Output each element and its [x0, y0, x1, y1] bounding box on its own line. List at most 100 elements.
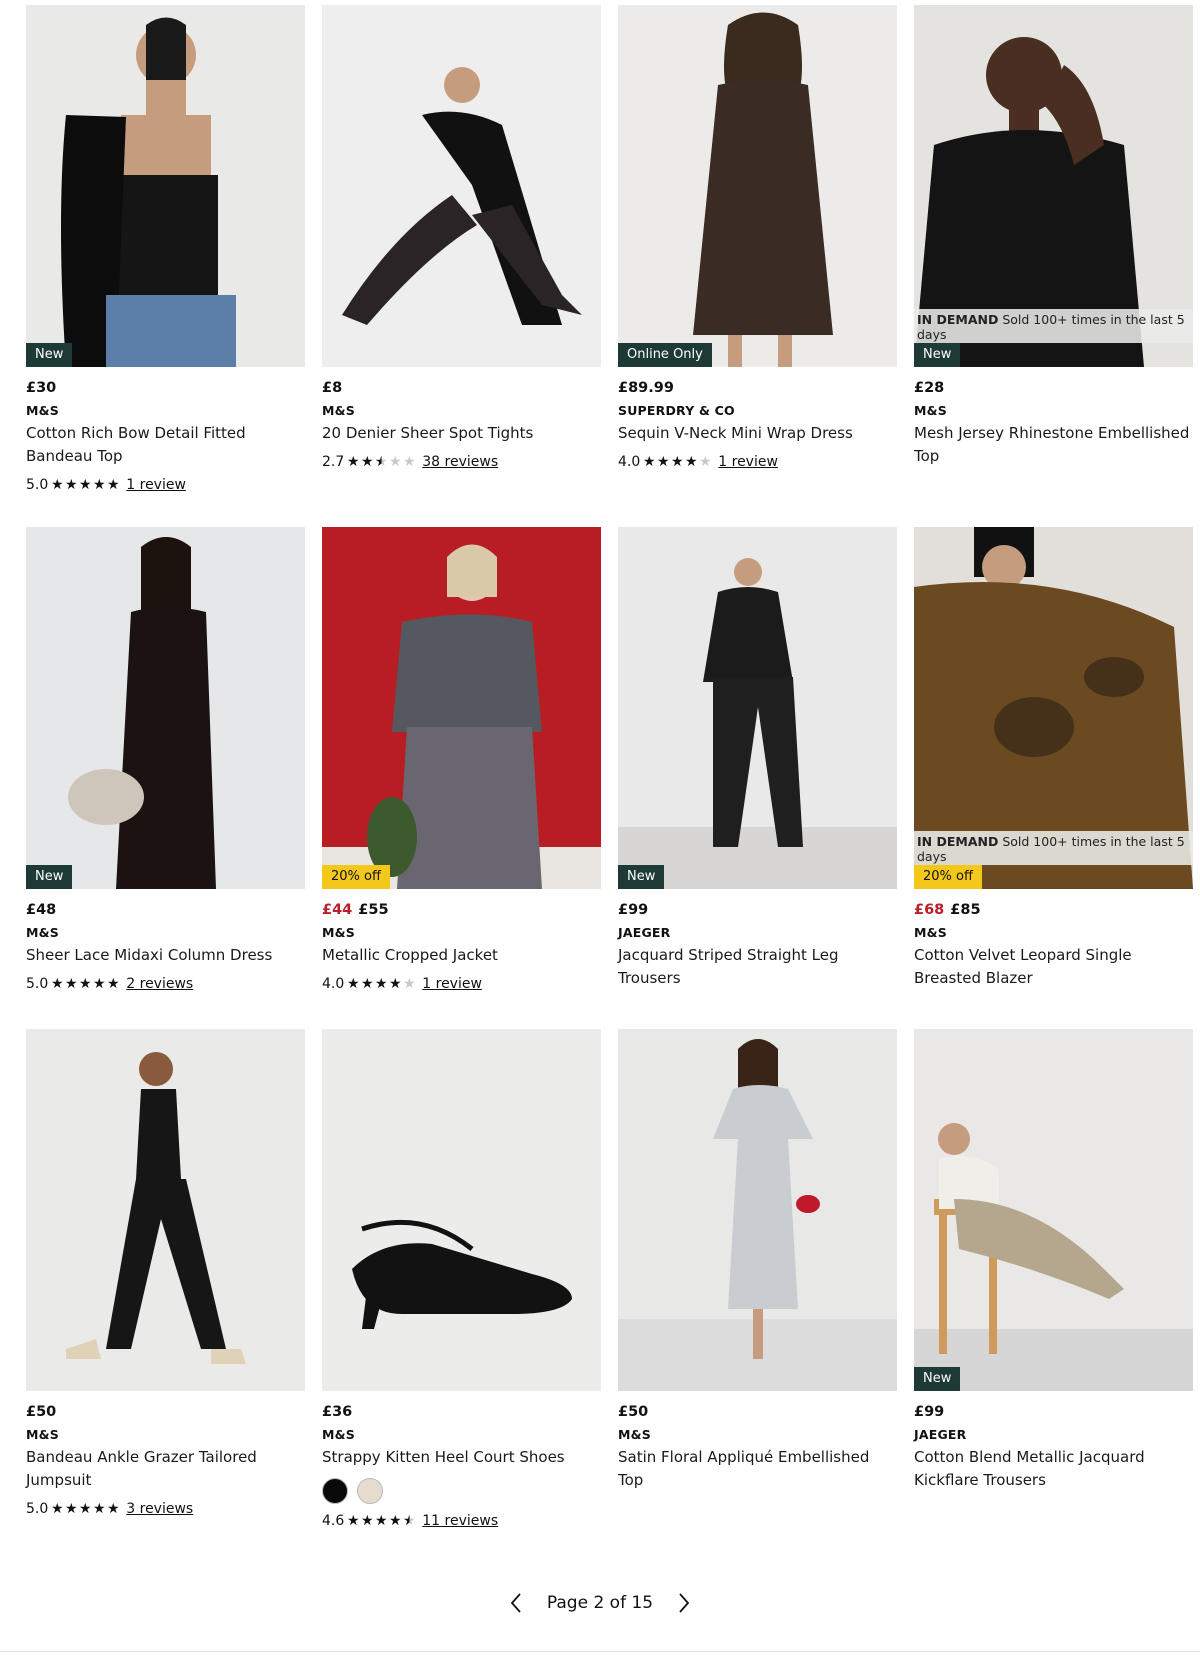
product-brand: M&S: [26, 403, 59, 418]
product-title[interactable]: Cotton Blend Metallic Jacquard Kickflare…: [914, 1446, 1193, 1492]
product-photo-cropped-jacket[interactable]: 20% off: [322, 527, 601, 889]
rating-score: 5.0: [26, 1501, 49, 1517]
product-photo-kitten-heels[interactable]: [322, 1029, 601, 1391]
product-card[interactable]: 20% off £44 £55 M&S Metallic Cropped Jack…: [322, 527, 601, 995]
product-price: £48: [26, 902, 57, 918]
star-icon: ★: [698, 454, 712, 470]
rating-score: 4.0: [618, 454, 641, 470]
star-icon: ★: [656, 454, 670, 470]
product-title[interactable]: Jacquard Striped Straight Leg Trousers: [618, 944, 897, 990]
product-title[interactable]: 20 Denier Sheer Spot Tights: [322, 422, 601, 445]
reviews-link[interactable]: 2 reviews: [126, 976, 193, 992]
reviews-link[interactable]: 1 review: [718, 454, 778, 470]
star-icon: ★: [50, 976, 64, 992]
colour-swatch[interactable]: [322, 1478, 348, 1504]
star-icon: ★: [374, 1513, 388, 1529]
product-badge: New: [914, 343, 961, 367]
product-card[interactable]: New £48 M&S Sheer Lace Midaxi Column Dre…: [26, 527, 305, 995]
star-icon: ★: [346, 1513, 360, 1529]
product-photo-jumpsuit[interactable]: [26, 1029, 305, 1391]
rating-score: 4.6: [322, 1513, 345, 1529]
product-title[interactable]: Bandeau Ankle Grazer Tailored Jumpsuit: [26, 1446, 305, 1492]
product-price: £28: [914, 380, 945, 396]
reviews-link[interactable]: 1 review: [126, 477, 186, 493]
product-row: New £48 M&S Sheer Lace Midaxi Column Dre…: [26, 527, 1193, 1027]
product-brand: M&S: [26, 1427, 59, 1442]
star-icon: ★: [64, 1501, 78, 1517]
product-photo-lace-dress[interactable]: New: [26, 527, 305, 889]
product-price: £44 £55: [322, 899, 601, 921]
product-card[interactable]: Online Only £89.99 SUPERDRY & CO Sequin …: [618, 5, 897, 473]
product-card[interactable]: £36 M&S Strappy Kitten Heel Court Shoes …: [322, 1029, 601, 1532]
reviews-link[interactable]: 3 reviews: [126, 1501, 193, 1517]
product-card[interactable]: £50 M&S Bandeau Ankle Grazer Tailored Ju…: [26, 1029, 305, 1520]
chevron-left-icon[interactable]: [501, 1588, 531, 1618]
product-card[interactable]: IN DEMAND Sold 100+ times in the last 5 …: [914, 527, 1193, 990]
star-icon: ★: [402, 976, 416, 992]
product-photo-leopard-blazer[interactable]: IN DEMAND Sold 100+ times in the last 5 …: [914, 527, 1193, 889]
star-icon: ★: [360, 1513, 374, 1529]
star-icon: ★: [388, 1513, 402, 1529]
product-title[interactable]: Sheer Lace Midaxi Column Dress: [26, 944, 305, 967]
rating-stars: ★ ★ ★ ★ ★: [346, 1514, 416, 1528]
reviews-link[interactable]: 1 review: [422, 976, 482, 992]
product-card[interactable]: IN DEMAND Sold 100+ times in the last 5 …: [914, 5, 1193, 468]
product-photo-floral-top[interactable]: [618, 1029, 897, 1391]
product-photo-tights[interactable]: [322, 5, 601, 367]
star-icon: ★: [64, 976, 78, 992]
star-icon: ★: [92, 976, 106, 992]
star-icon: ★: [64, 477, 78, 493]
product-price: £68 £85: [914, 899, 1193, 921]
colour-swatches: [322, 1478, 601, 1504]
product-badge: Online Only: [618, 343, 712, 367]
reviews-link[interactable]: 38 reviews: [422, 454, 498, 470]
star-icon: ★: [374, 976, 388, 992]
product-badge: 20% off: [914, 865, 982, 889]
rating-stars: ★ ★ ★ ★ ★: [346, 977, 416, 991]
product-photo-kickflare-trousers[interactable]: New: [914, 1029, 1193, 1391]
product-photo-rhinestone-top[interactable]: IN DEMAND Sold 100+ times in the last 5 …: [914, 5, 1193, 367]
product-photo-bandeau-top[interactable]: New: [26, 5, 305, 367]
product-title[interactable]: Strappy Kitten Heel Court Shoes: [322, 1446, 601, 1469]
product-title[interactable]: Satin Floral Appliqué Embellished Top: [618, 1446, 897, 1492]
product-rating: 4.6 ★ ★ ★ ★ ★ 11 reviews: [322, 1510, 601, 1532]
rating-score: 5.0: [26, 477, 49, 493]
star-icon: ★: [78, 976, 92, 992]
product-title[interactable]: Sequin V-Neck Mini Wrap Dress: [618, 422, 897, 445]
pagination: Page 2 of 15: [0, 1588, 1200, 1618]
reviews-link[interactable]: 11 reviews: [422, 1513, 498, 1529]
sale-price: £68: [914, 902, 945, 918]
star-icon: ★: [78, 477, 92, 493]
product-badge: New: [914, 1367, 961, 1391]
page-indicator: Page 2 of 15: [546, 1593, 654, 1613]
product-photo-sequin-dress[interactable]: Online Only: [618, 5, 897, 367]
rating-stars: ★ ★ ★ ★ ★: [346, 455, 416, 469]
product-rating: 5.0 ★ ★ ★ ★ ★ 2 reviews: [26, 973, 305, 995]
product-brand: M&S: [914, 925, 947, 940]
star-icon: ★: [106, 477, 120, 493]
chevron-right-icon[interactable]: [669, 1588, 699, 1618]
product-photo-striped-trousers[interactable]: New: [618, 527, 897, 889]
product-badge: New: [26, 865, 73, 889]
product-card[interactable]: New £99 JAEGER Cotton Blend Metallic Jac…: [914, 1029, 1193, 1492]
product-price: £99: [914, 1404, 945, 1420]
star-icon: ★: [106, 1501, 120, 1517]
product-rating: 5.0 ★ ★ ★ ★ ★ 3 reviews: [26, 1498, 305, 1520]
product-title[interactable]: Mesh Jersey Rhinestone Embellished Top: [914, 422, 1193, 468]
product-card[interactable]: £8 M&S 20 Denier Sheer Spot Tights 2.7 ★…: [322, 5, 601, 473]
product-brand: M&S: [914, 403, 947, 418]
product-title[interactable]: Cotton Velvet Leopard Single Breasted Bl…: [914, 944, 1193, 990]
product-brand: JAEGER: [618, 925, 671, 940]
product-card[interactable]: New £99 JAEGER Jacquard Striped Straight…: [618, 527, 897, 990]
product-title[interactable]: Cotton Rich Bow Detail Fitted Bandeau To…: [26, 422, 305, 468]
product-brand: M&S: [618, 1427, 651, 1442]
product-card[interactable]: £50 M&S Satin Floral Appliqué Embellishe…: [618, 1029, 897, 1492]
star-icon: ★: [670, 454, 684, 470]
product-rating: 4.0 ★ ★ ★ ★ ★ 1 review: [322, 973, 601, 995]
product-price: £8: [322, 380, 343, 396]
product-card[interactable]: New £30 M&S Cotton Rich Bow Detail Fitte…: [26, 5, 305, 496]
product-title[interactable]: Metallic Cropped Jacket: [322, 944, 601, 967]
star-icon: ★: [402, 1513, 416, 1529]
colour-swatch[interactable]: [357, 1478, 383, 1504]
in-demand-banner: IN DEMAND Sold 100+ times in the last 5 …: [914, 831, 1193, 865]
